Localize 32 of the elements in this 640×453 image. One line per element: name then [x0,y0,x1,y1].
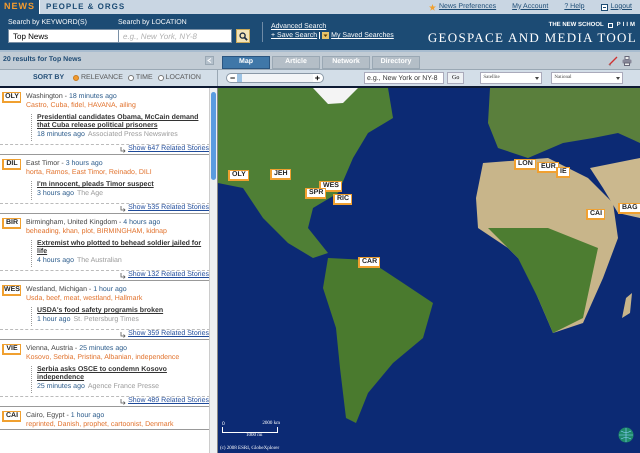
reply-arrow-icon [120,272,126,278]
reply-arrow-icon [120,206,126,212]
star-icon [428,4,436,10]
radio-button[interactable] [128,75,134,81]
logout-icon [600,4,608,10]
search-button[interactable] [236,29,250,43]
nav-tab[interactable]: NEWS [0,0,39,14]
scale-bar [222,427,278,433]
printer-icon[interactable] [622,56,632,66]
scrollbar-thumb[interactable] [211,92,216,180]
keyword-field[interactable]: Top News [8,29,120,43]
zoom-in-button[interactable]: + [314,74,320,82]
radio-button[interactable] [73,75,79,81]
collapse-icon [207,58,212,63]
dropdown-icon [322,32,330,39]
slider-fill[interactable] [237,74,242,82]
radio-button[interactable] [158,75,164,81]
collapse-button[interactable] [205,56,214,65]
zoom-out-button[interactable]: − [230,74,236,82]
zoom-slider[interactable]: − + [226,73,324,83]
square-icon [608,23,613,28]
scrollbar[interactable] [209,88,217,453]
caret-icon [616,76,620,80]
reply-arrow-icon [120,332,126,338]
location-field[interactable]: e.g., New York, NY-8 [118,29,232,43]
reply-arrow-icon [120,398,126,404]
caret-icon [535,76,540,80]
search-icon [238,32,248,40]
pencil-icon[interactable] [608,56,618,66]
reply-arrow-icon [120,146,126,152]
globe-icon [618,427,634,443]
app-title: GEOSPACE AND MEDIA TOOL [428,30,637,46]
